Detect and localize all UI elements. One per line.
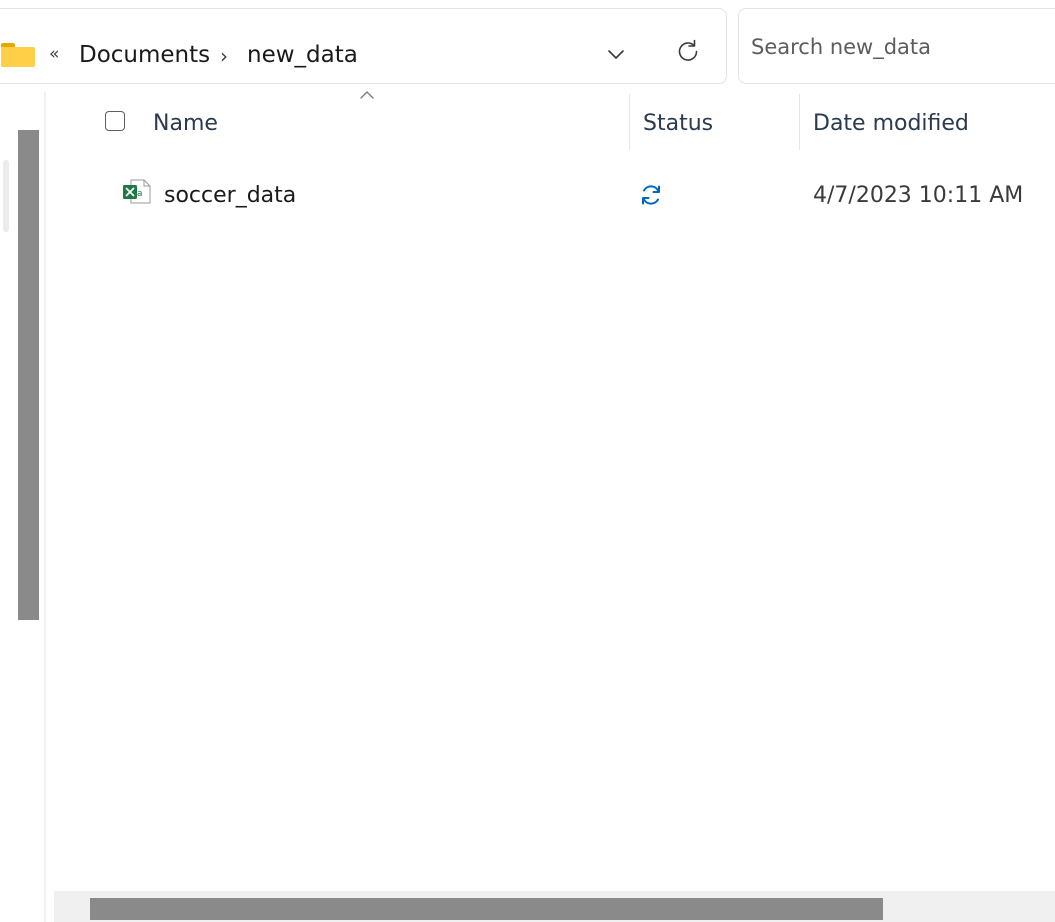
- column-header-date-modified[interactable]: Date modified: [813, 108, 969, 140]
- nav-pane-divider: [44, 92, 46, 922]
- file-row[interactable]: a soccer_data 4/7/2023 10:11 AM: [60, 166, 1055, 224]
- folder-icon: [1, 43, 35, 67]
- breadcrumb-separator-icon[interactable]: ›: [220, 40, 228, 72]
- file-explorer-window: « Documents › new_data Search new_data N…: [0, 0, 1055, 922]
- excel-file-icon: a: [122, 178, 152, 206]
- sort-ascending-icon: [359, 86, 375, 99]
- horizontal-scrollbar-thumb[interactable]: [90, 898, 883, 920]
- column-divider[interactable]: [629, 94, 630, 150]
- breadcrumb-overflow-button[interactable]: «: [49, 42, 59, 66]
- breadcrumb-documents[interactable]: Documents: [79, 39, 210, 71]
- file-date-modified: 4/7/2023 10:11 AM: [813, 183, 1024, 208]
- nav-pane-resize-handle[interactable]: [3, 160, 9, 232]
- chevron-down-icon[interactable]: [602, 40, 630, 68]
- address-bar[interactable]: « Documents › new_data: [0, 8, 727, 84]
- column-header-name[interactable]: Name: [153, 108, 218, 140]
- select-all-checkbox[interactable]: [105, 111, 125, 131]
- file-name[interactable]: soccer_data: [164, 180, 296, 212]
- breadcrumb-new-data[interactable]: new_data: [247, 39, 358, 71]
- nav-pane-scrollbar-thumb[interactable]: [18, 130, 39, 620]
- search-box[interactable]: [738, 8, 1055, 84]
- column-divider[interactable]: [799, 94, 800, 150]
- svg-text:a: a: [137, 189, 143, 199]
- address-toolbar: « Documents › new_data: [0, 0, 1055, 92]
- column-header-status[interactable]: Status: [643, 108, 713, 140]
- search-input[interactable]: [751, 29, 1051, 65]
- sync-pending-icon: [638, 182, 664, 208]
- refresh-icon[interactable]: [672, 35, 704, 67]
